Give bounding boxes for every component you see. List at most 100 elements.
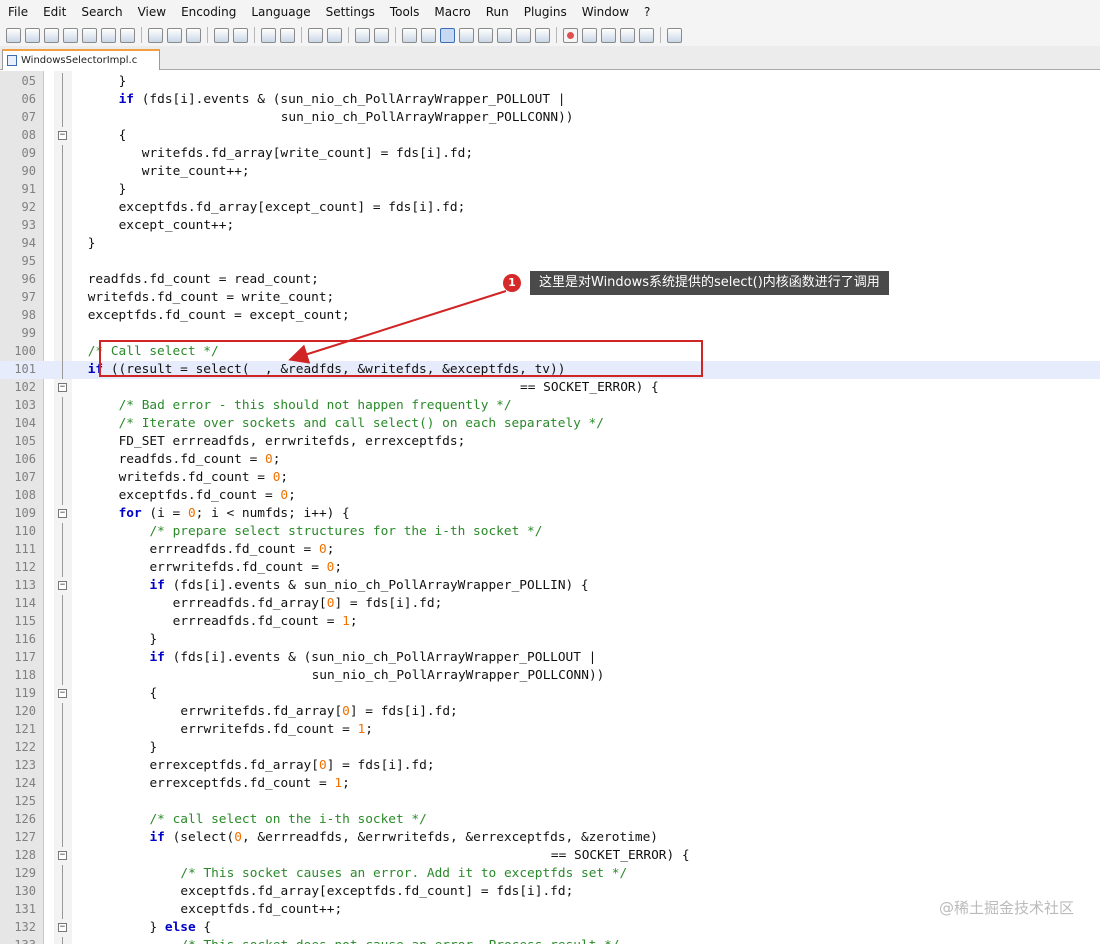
- redo-icon[interactable]: [233, 27, 248, 43]
- code-line[interactable]: 131 exceptfds.fd_count++;: [0, 901, 1100, 919]
- menu-item-search[interactable]: Search: [73, 5, 129, 19]
- fold-line: [62, 109, 63, 127]
- close-all-icon[interactable]: [101, 27, 116, 43]
- new-file-icon[interactable]: [6, 27, 21, 43]
- code-line[interactable]: 109 − for (i = 0; i < numfds; i++) {: [0, 505, 1100, 523]
- close-icon[interactable]: [82, 27, 97, 43]
- play-macro-icon[interactable]: [601, 27, 616, 43]
- code-line[interactable]: 112 errwritefds.fd_count = 0;: [0, 559, 1100, 577]
- code-line[interactable]: 120 errwritefds.fd_array[0] = fds[i].fd;: [0, 703, 1100, 721]
- code-line[interactable]: 123 errexceptfds.fd_array[0] = fds[i].fd;: [0, 757, 1100, 775]
- line-number: 91: [21, 182, 36, 196]
- open-file-icon[interactable]: [25, 27, 40, 43]
- code-line[interactable]: 93 except_count++;: [0, 217, 1100, 235]
- play-multiple-icon[interactable]: [620, 27, 635, 43]
- code-line[interactable]: 113 − if (fds[i].events & sun_nio_ch_PollA…: [0, 577, 1100, 595]
- fold-toggle-icon[interactable]: −: [58, 581, 67, 590]
- spellcheck-icon[interactable]: [667, 27, 682, 43]
- copy-icon[interactable]: [167, 27, 182, 43]
- code-line[interactable]: 95: [0, 253, 1100, 271]
- save-macro-icon[interactable]: [639, 27, 654, 43]
- sync-horizontal-icon[interactable]: [374, 27, 389, 43]
- code-line[interactable]: 133 /* This socket does not cause an erro…: [0, 937, 1100, 944]
- function-list-icon[interactable]: [497, 27, 512, 43]
- code-line[interactable]: 108 exceptfds.fd_count = 0;: [0, 487, 1100, 505]
- code-line[interactable]: 121 errwritefds.fd_count = 1;: [0, 721, 1100, 739]
- code-line[interactable]: 119 − {: [0, 685, 1100, 703]
- code-line[interactable]: 91}: [0, 181, 1100, 199]
- code-line[interactable]: 104 /* Iterate over sockets and call sele…: [0, 415, 1100, 433]
- code-line[interactable]: 98 exceptfds.fd_count = except_count;: [0, 307, 1100, 325]
- code-line[interactable]: 06 if (fds[i].events & (sun_nio_ch_PollAr…: [0, 91, 1100, 109]
- code-line[interactable]: 90 write_count++;: [0, 163, 1100, 181]
- menu-item-language[interactable]: Language: [243, 5, 317, 19]
- code-line[interactable]: 127 if (select(0, &errreadfds, &errwritef…: [0, 829, 1100, 847]
- code-line[interactable]: 122}: [0, 739, 1100, 757]
- sync-vertical-icon[interactable]: [355, 27, 370, 43]
- fold-toggle-icon[interactable]: −: [58, 383, 67, 392]
- undo-icon[interactable]: [214, 27, 229, 43]
- code-line[interactable]: 94}: [0, 235, 1100, 253]
- code-line[interactable]: 05}: [0, 73, 1100, 91]
- code-line[interactable]: 130 exceptfds.fd_array[exceptfds.fd_count…: [0, 883, 1100, 901]
- code-line[interactable]: 07 sun_nio_ch_PollArrayWrapper_POLLCONN)): [0, 109, 1100, 127]
- menu-item-window[interactable]: Window: [574, 5, 636, 19]
- save-all-icon[interactable]: [63, 27, 78, 43]
- menu-item-plugins[interactable]: Plugins: [516, 5, 574, 19]
- code-line[interactable]: 106 readfds.fd_count = 0;: [0, 451, 1100, 469]
- print-icon[interactable]: [120, 27, 135, 43]
- code-line[interactable]: 114 errreadfds.fd_array[0] = fds[i].fd;: [0, 595, 1100, 613]
- word-wrap-icon[interactable]: [402, 27, 417, 43]
- paste-icon[interactable]: [186, 27, 201, 43]
- user-language-icon[interactable]: [459, 27, 474, 43]
- cut-icon[interactable]: [148, 27, 163, 43]
- menu-item-macro[interactable]: Macro: [426, 5, 477, 19]
- code-line[interactable]: 111 errreadfds.fd_count = 0;: [0, 541, 1100, 559]
- save-icon[interactable]: [44, 27, 59, 43]
- code-line[interactable]: 132 −} else {: [0, 919, 1100, 937]
- code-line[interactable]: 103 /* Bad error - this should not happen…: [0, 397, 1100, 415]
- code-line[interactable]: 110 /* prepare select structures for the …: [0, 523, 1100, 541]
- code-line[interactable]: 129 /* This socket causes an error. Add i…: [0, 865, 1100, 883]
- code-line[interactable]: 115 errreadfds.fd_count = 1;: [0, 613, 1100, 631]
- zoom-in-icon[interactable]: [308, 27, 323, 43]
- fold-toggle-icon[interactable]: −: [58, 923, 67, 932]
- menu-item-view[interactable]: View: [130, 5, 173, 19]
- menu-item-settings[interactable]: Settings: [318, 5, 382, 19]
- code-line[interactable]: 117 if (fds[i].events & (sun_nio_ch_PollA…: [0, 649, 1100, 667]
- code-editor[interactable]: 05} 06 if (fds[i].events & (sun_nio_ch_Pol…: [0, 71, 1100, 944]
- find-icon[interactable]: [261, 27, 276, 43]
- replace-icon[interactable]: [280, 27, 295, 43]
- code-line[interactable]: 118 sun_nio_ch_PollArrayWrapper_POLLCONN)…: [0, 667, 1100, 685]
- menu-item-run[interactable]: Run: [478, 5, 516, 19]
- code-line[interactable]: 126 /* call select on the i-th socket */: [0, 811, 1100, 829]
- code-line[interactable]: 102 − == SOCKET_ERROR) {: [0, 379, 1100, 397]
- code-line[interactable]: 125: [0, 793, 1100, 811]
- fold-toggle-icon[interactable]: −: [58, 131, 67, 140]
- menu-item-edit[interactable]: Edit: [35, 5, 73, 19]
- code-line[interactable]: 92 exceptfds.fd_array[except_count] = fds…: [0, 199, 1100, 217]
- monitor-icon[interactable]: [535, 27, 550, 43]
- fold-toggle-icon[interactable]: −: [58, 689, 67, 698]
- code-line[interactable]: 107 writefds.fd_count = 0;: [0, 469, 1100, 487]
- fold-toggle-icon[interactable]: −: [58, 851, 67, 860]
- stop-macro-icon[interactable]: [582, 27, 597, 43]
- doc-map-icon[interactable]: [478, 27, 493, 43]
- code-line[interactable]: 105 FD_SET errreadfds, errwritefds, errex…: [0, 433, 1100, 451]
- tab-windowsselectorimpl[interactable]: WindowsSelectorImpl.c: [2, 49, 160, 70]
- code-line[interactable]: 116}: [0, 631, 1100, 649]
- code-line[interactable]: 09 writefds.fd_array[write_count] = fds[i…: [0, 145, 1100, 163]
- menu-item-file[interactable]: File: [0, 5, 35, 19]
- code-line[interactable]: 124 errexceptfds.fd_count = 1;: [0, 775, 1100, 793]
- menu-item-encoding[interactable]: Encoding: [173, 5, 243, 19]
- record-macro-icon[interactable]: [563, 27, 578, 43]
- code-line[interactable]: 128 − == SOCKET_ERROR) {: [0, 847, 1100, 865]
- indent-guide-icon[interactable]: [440, 27, 455, 43]
- folder-workspace-icon[interactable]: [516, 27, 531, 43]
- zoom-out-icon[interactable]: [327, 27, 342, 43]
- fold-toggle-icon[interactable]: −: [58, 509, 67, 518]
- code-line[interactable]: 08 − {: [0, 127, 1100, 145]
- menu-item-[interactable]: ?: [636, 5, 657, 19]
- show-all-chars-icon[interactable]: [421, 27, 436, 43]
- menu-item-tools[interactable]: Tools: [382, 5, 427, 19]
